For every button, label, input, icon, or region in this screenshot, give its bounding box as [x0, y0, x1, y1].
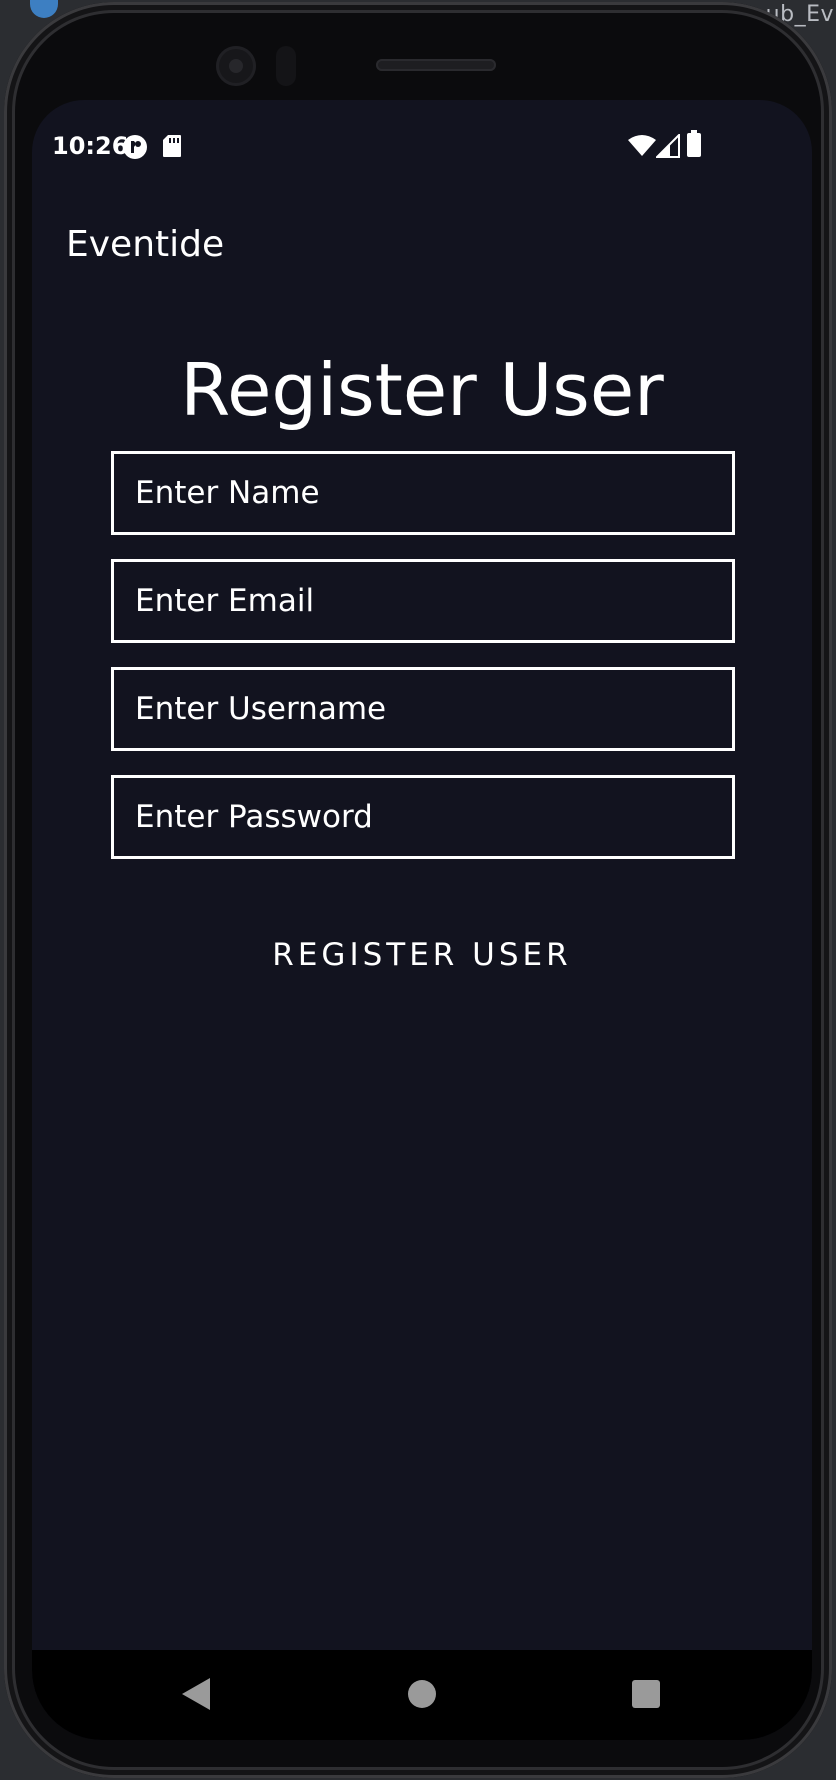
status-time: 10:26: [52, 132, 129, 160]
cell-signal-icon: [654, 132, 680, 162]
home-icon[interactable]: [408, 1680, 436, 1708]
navigation-bar: [32, 1650, 812, 1740]
status-bar: 10:26: [32, 100, 812, 180]
app-title: Eventide: [66, 224, 225, 265]
app-screen: 10:26 Eventide Register User Enter Name …: [32, 100, 812, 1740]
media-icon: [122, 134, 148, 164]
name-input[interactable]: [114, 454, 732, 532]
device-screenshot: ub_Ev 10:26 Eventide Register User Enter…: [0, 0, 836, 1780]
email-field[interactable]: [111, 559, 735, 643]
username-field[interactable]: [111, 667, 735, 751]
battery-icon: [686, 130, 702, 162]
register-user-button[interactable]: REGISTER USER: [222, 920, 622, 990]
earpiece-speaker: [376, 59, 496, 71]
username-input[interactable]: [114, 670, 732, 748]
password-input[interactable]: [114, 778, 732, 856]
password-field[interactable]: [111, 775, 735, 859]
phone-frame: 10:26 Eventide Register User Enter Name …: [4, 2, 832, 1778]
front-camera: [216, 46, 256, 86]
recents-icon[interactable]: [632, 1680, 660, 1708]
back-icon[interactable]: [182, 1678, 210, 1710]
wifi-icon: [628, 134, 656, 162]
proximity-sensor: [276, 46, 296, 86]
sd-card-icon: [162, 134, 182, 162]
page-title: Register User: [180, 348, 664, 432]
name-field[interactable]: [111, 451, 735, 535]
ide-logo-icon: [30, 0, 58, 18]
email-input[interactable]: [114, 562, 732, 640]
